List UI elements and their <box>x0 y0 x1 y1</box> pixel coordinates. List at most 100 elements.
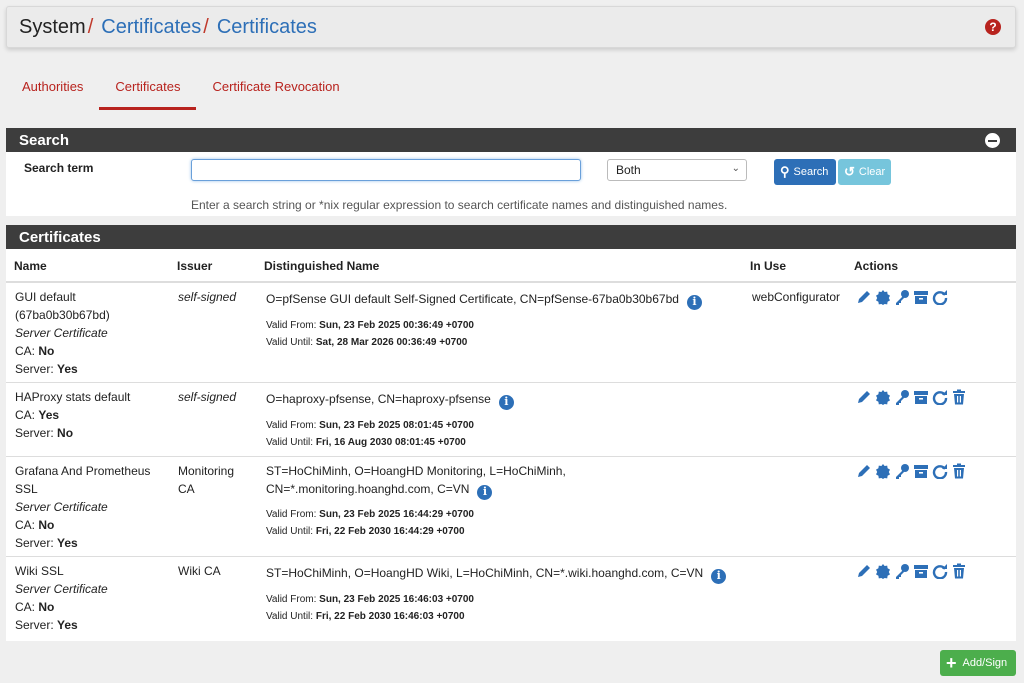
cert-name: Grafana And Prometheus <box>15 464 151 478</box>
cert-valid-from: Valid From: Sun, 23 Feb 2025 00:36:49 +0… <box>266 319 474 331</box>
cert-issuer: self-signed <box>178 390 237 404</box>
collapse-minus-icon[interactable] <box>985 133 1000 148</box>
search-scope-select[interactable]: Both ⌄ <box>607 159 747 181</box>
cert-server: Server: Yes <box>15 536 78 550</box>
trash-icon[interactable] <box>951 389 967 405</box>
column-header-issuer[interactable]: Issuer <box>177 259 212 273</box>
info-icon[interactable]: i <box>498 394 514 410</box>
column-header-actions: Actions <box>854 259 899 273</box>
cert-server: Server: No <box>15 426 74 440</box>
cert-type: Server Certificate <box>15 500 108 514</box>
cert-name-cell: GUI default (67ba0b30b67bd) Server Certi… <box>15 288 175 378</box>
key-icon[interactable] <box>894 563 910 579</box>
cert-dn: ST=HoChiMinh, O=HoangHD Monitoring, L=Ho… <box>266 464 566 478</box>
certificate-badge-icon[interactable] <box>875 463 891 479</box>
certificates-table: Name Issuer Distinguished Name In Use Ac… <box>6 249 1016 639</box>
breadcrumb-link-certificates-current[interactable]: Certificates <box>217 16 317 39</box>
search-hint: Enter a search string or *nix regular ex… <box>191 198 728 212</box>
archive-export-icon[interactable] <box>913 289 929 305</box>
key-icon[interactable] <box>894 289 910 305</box>
cert-valid-until: Valid Until: Fri, 22 Feb 2030 16:46:03 +… <box>266 610 465 622</box>
help-icon[interactable]: ? <box>985 19 1001 35</box>
breadcrumb-root: System <box>19 15 86 38</box>
cert-valid-until: Valid Until: Fri, 22 Feb 2030 16:44:29 +… <box>266 525 465 537</box>
table-row: Grafana And Prometheus SSL Server Certif… <box>6 457 1016 557</box>
cert-dn: O=pfSense GUI default Self-Signed Certif… <box>266 292 679 306</box>
clear-button[interactable]: ↺ Clear <box>838 159 891 185</box>
cert-dn-cont: CN=*.monitoring.hoanghd.com, C=VN <box>266 482 470 496</box>
cert-name: HAProxy stats default <box>15 390 131 404</box>
certificate-badge-icon[interactable] <box>875 389 891 405</box>
column-header-name[interactable]: Name <box>14 259 47 273</box>
edit-pencil-icon[interactable] <box>856 289 872 305</box>
cert-name: Wiki SSL <box>15 564 64 578</box>
chevron-down-icon: ⌄ <box>731 163 740 174</box>
search-panel: Search Search term Both ⌄ ⚲ Search ↺ Cle… <box>6 128 1016 216</box>
key-icon[interactable] <box>894 463 910 479</box>
search-button[interactable]: ⚲ Search <box>774 159 836 185</box>
trash-icon[interactable] <box>951 563 967 579</box>
table-row: HAProxy stats default CA: Yes Server: No… <box>6 383 1016 457</box>
search-input[interactable] <box>191 159 581 181</box>
breadcrumb-link-certificates[interactable]: Certificates <box>101 16 201 39</box>
tab-bar: Authorities Certificates Certificate Rev… <box>6 70 356 110</box>
search-button-label: Search <box>793 166 829 178</box>
clear-button-label: Clear <box>858 166 886 178</box>
column-header-dn[interactable]: Distinguished Name <box>264 259 379 273</box>
certificates-panel-heading: Certificates <box>6 225 1016 249</box>
tab-certificate-revocation[interactable]: Certificate Revocation <box>196 70 355 110</box>
add-sign-button-label: Add/Sign <box>962 657 1008 669</box>
cert-valid-until: Valid Until: Fri, 16 Aug 2030 08:01:45 +… <box>266 436 466 448</box>
cert-name-id: (67ba0b30b67bd) <box>15 308 110 322</box>
renew-refresh-icon[interactable] <box>932 563 948 580</box>
cert-dn: O=haproxy-pfsense, CN=haproxy-pfsense <box>266 392 491 406</box>
cert-issuer: Wiki CA <box>178 564 221 578</box>
certificates-panel: Certificates Name Issuer Distinguished N… <box>6 225 1016 641</box>
renew-refresh-icon[interactable] <box>932 389 948 406</box>
trash-icon[interactable] <box>951 463 967 479</box>
cert-name-cont: SSL <box>15 482 38 496</box>
renew-refresh-icon[interactable] <box>932 463 948 480</box>
cert-actions <box>856 463 996 480</box>
tab-authorities[interactable]: Authorities <box>6 70 99 110</box>
column-header-in-use[interactable]: In Use <box>750 259 786 273</box>
undo-icon: ↺ <box>844 164 855 179</box>
add-sign-button[interactable]: + Add/Sign <box>940 650 1016 676</box>
cert-name-cell: HAProxy stats default CA: Yes Server: No <box>15 388 175 442</box>
breadcrumb-separator: / <box>203 15 209 38</box>
info-icon[interactable]: i <box>711 568 727 584</box>
cert-dn-cell: O=haproxy-pfsense, CN=haproxy-pfsense i V… <box>266 390 746 451</box>
cert-dn-cell: O=pfSense GUI default Self-Signed Certif… <box>266 290 746 351</box>
edit-pencil-icon[interactable] <box>856 463 872 479</box>
search-term-label: Search term <box>24 161 94 175</box>
cert-issuer: self-signed <box>178 290 237 304</box>
cert-ca: CA: Yes <box>15 408 60 422</box>
cert-valid-from: Valid From: Sun, 23 Feb 2025 08:01:45 +0… <box>266 419 474 431</box>
cert-in-use: webConfigurator <box>752 290 841 304</box>
certificate-badge-icon[interactable] <box>875 563 891 579</box>
info-icon[interactable]: i <box>477 484 493 500</box>
certificate-badge-icon[interactable] <box>875 289 891 305</box>
cert-ca: CA: No <box>15 518 55 532</box>
cert-dn-cell: ST=HoChiMinh, O=HoangHD Wiki, L=HoChiMin… <box>266 564 746 625</box>
archive-export-icon[interactable] <box>913 389 929 405</box>
archive-export-icon[interactable] <box>913 463 929 479</box>
archive-export-icon[interactable] <box>913 563 929 579</box>
cert-valid-until: Valid Until: Sat, 28 Mar 2026 00:36:49 +… <box>266 336 468 348</box>
breadcrumb-separator: / <box>87 15 94 38</box>
breadcrumb: System / Certificates / Certificates ? <box>6 6 1016 48</box>
table-row: Wiki SSL Server Certificate CA: No Serve… <box>6 557 1016 639</box>
cert-name: GUI default <box>15 290 76 304</box>
cert-type: Server Certificate <box>15 326 108 340</box>
edit-pencil-icon[interactable] <box>856 563 872 579</box>
renew-refresh-icon[interactable] <box>932 289 948 306</box>
cert-actions <box>856 289 996 306</box>
tab-certificates[interactable]: Certificates <box>99 70 197 110</box>
search-scope-value: Both <box>616 163 641 177</box>
cert-dn: ST=HoChiMinh, O=HoangHD Wiki, L=HoChiMin… <box>266 566 704 580</box>
edit-pencil-icon[interactable] <box>856 389 872 405</box>
key-icon[interactable] <box>894 389 910 405</box>
info-icon[interactable]: i <box>686 294 702 310</box>
cert-ca: CA: No <box>15 600 55 614</box>
plus-icon: + <box>946 653 957 673</box>
